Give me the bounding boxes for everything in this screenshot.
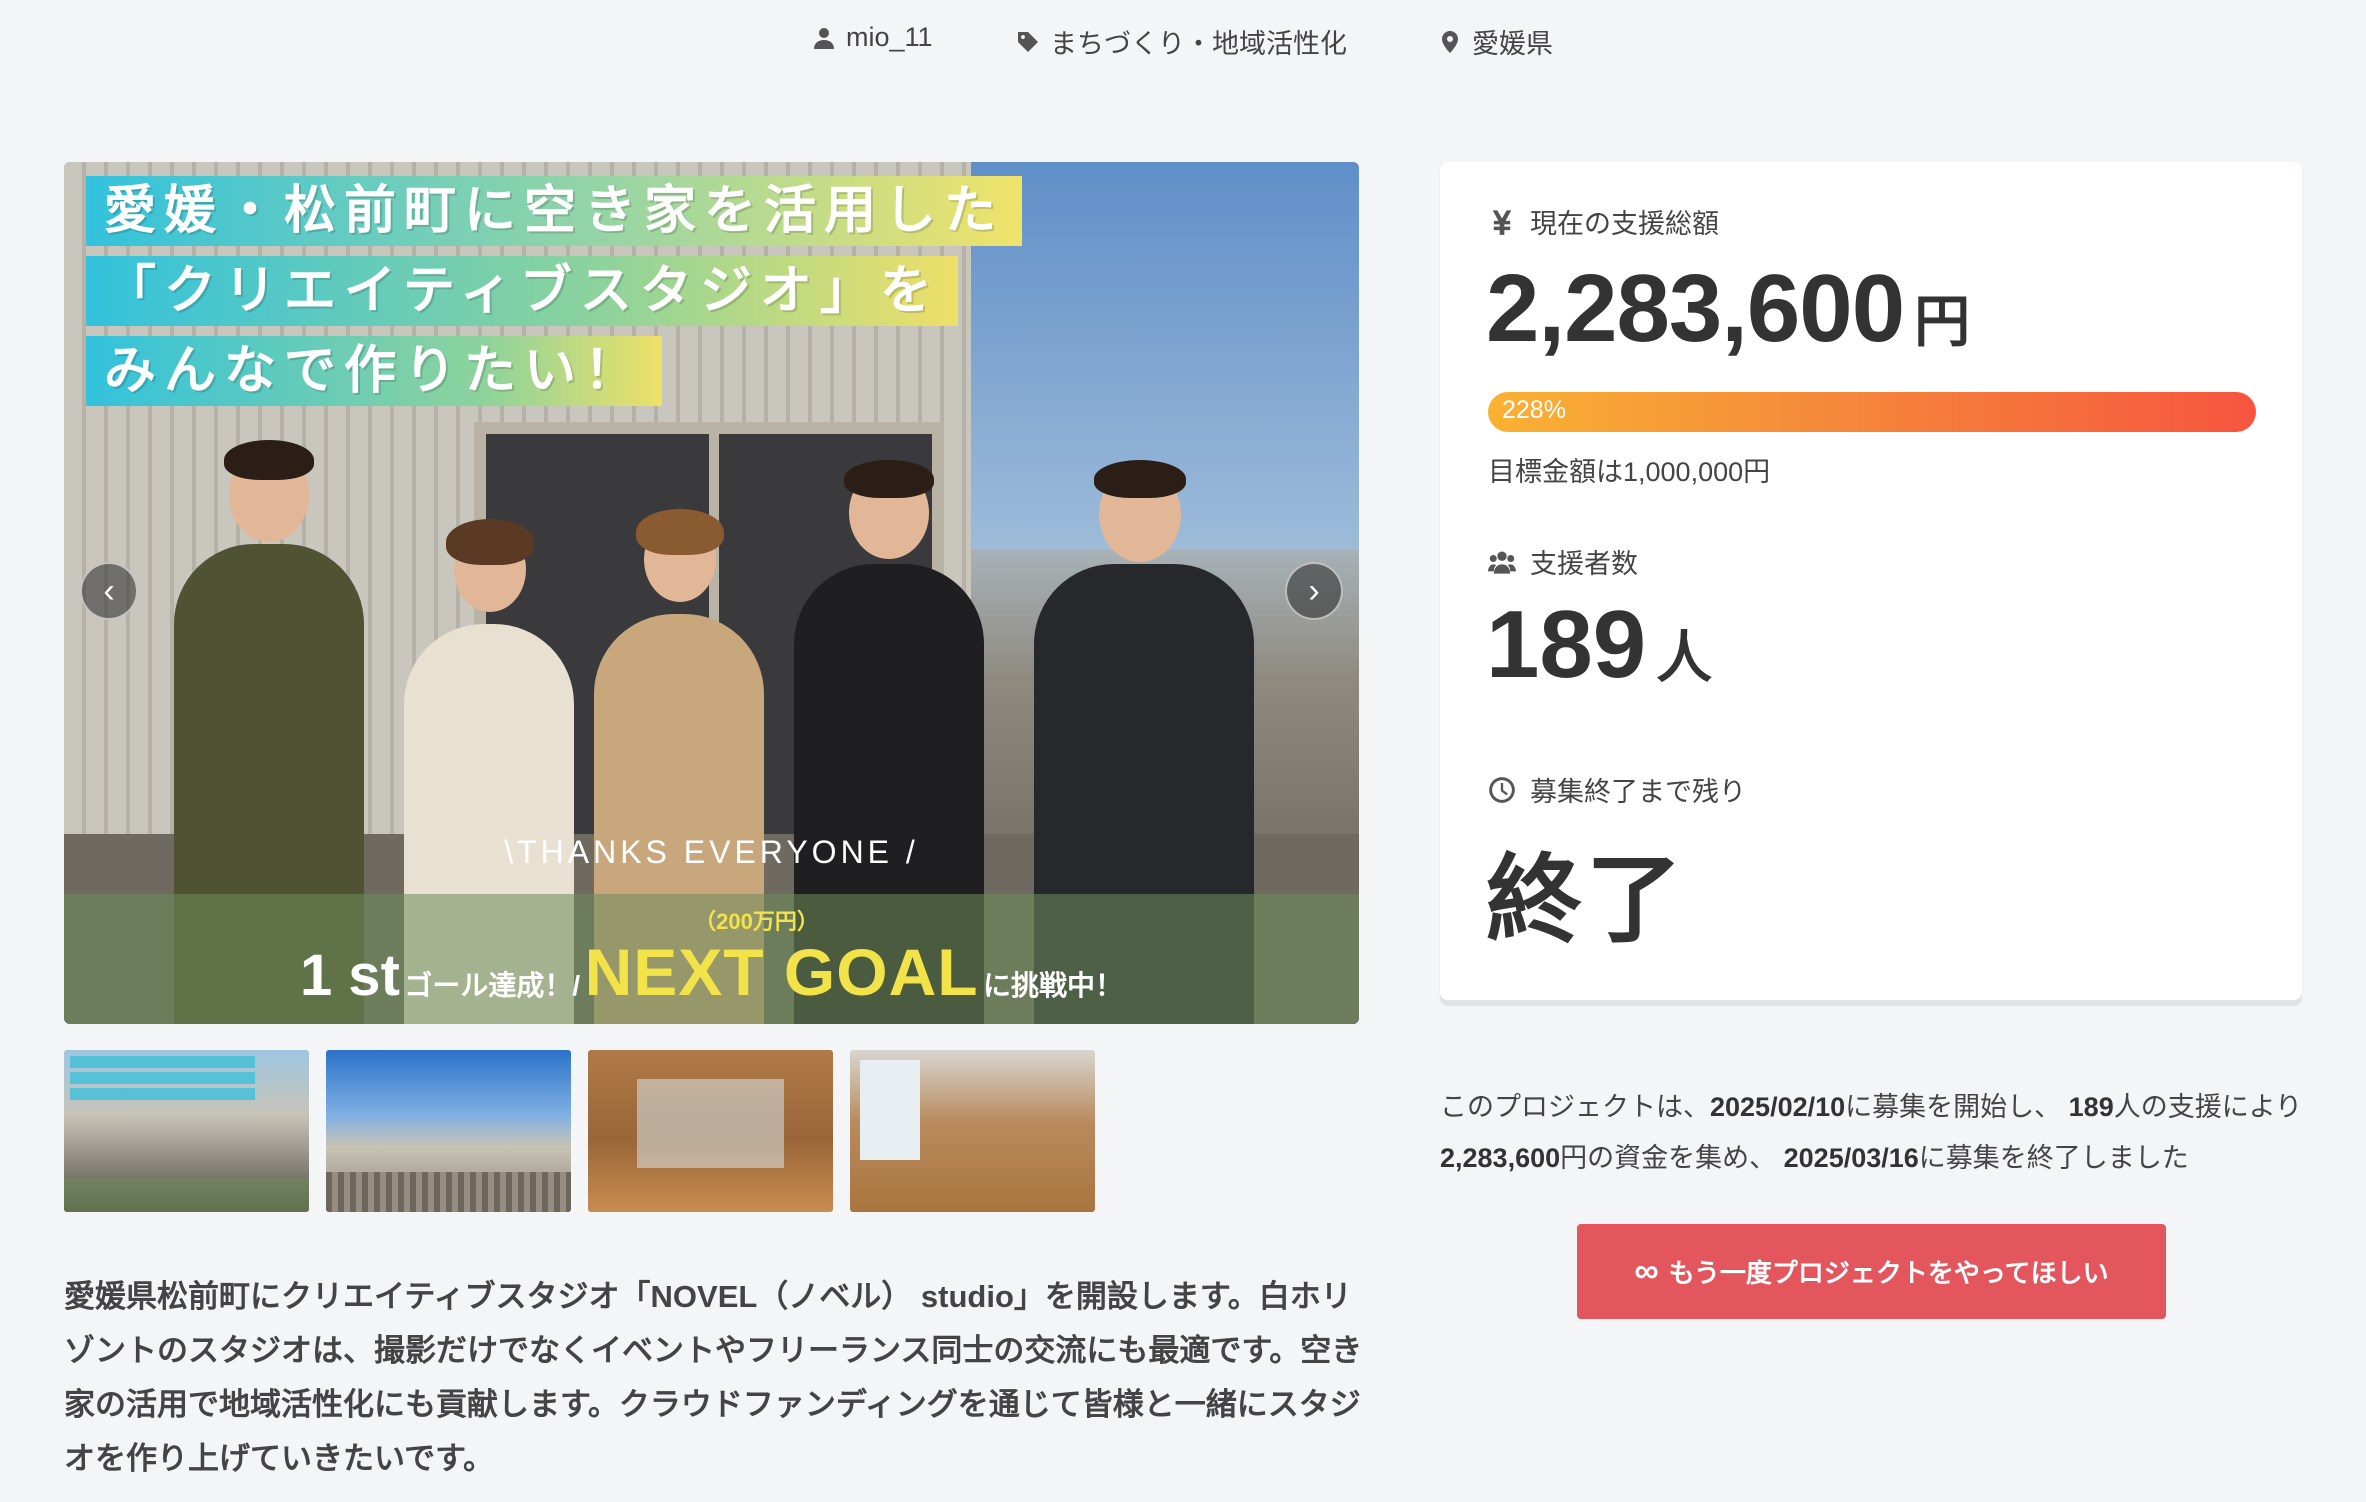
total-amount-unit: 円 xyxy=(1914,290,1970,353)
summary-part-2: に募集を開始し、 xyxy=(1845,1092,2069,1122)
summary-part-5: に募集を終了しました xyxy=(1918,1143,2189,1173)
summary-part-3: 人の支援により xyxy=(2113,1092,2303,1122)
user-icon xyxy=(814,27,834,49)
thumbnail-4[interactable] xyxy=(850,1050,1095,1212)
thumbnail-2[interactable] xyxy=(326,1050,571,1212)
total-label-text: 現在の支援総額 xyxy=(1530,209,1719,239)
summary-amount: 2,283,600 xyxy=(1440,1143,1561,1173)
backers-label-text: 支援者数 xyxy=(1530,549,1638,579)
remaining-label: 募集終了まで残り xyxy=(1488,770,1746,809)
hero-title-line-3: みんなで作りたい！ xyxy=(86,336,663,406)
hero-goal-line: 1 st ゴール達成！/ NEXT GOAL に挑戦中！ xyxy=(64,934,1359,1010)
hero-goal-first-suffix: ゴール達成！/ xyxy=(404,970,581,1001)
carousel-prev-button[interactable]: ‹ xyxy=(80,562,138,620)
summary-start-date: 2025/02/10 xyxy=(1710,1092,1846,1122)
chevron-right-icon: › xyxy=(1308,571,1320,610)
project-summary: このプロジェクトは、2025/02/10に募集を開始し、 189人の支援により … xyxy=(1440,1082,2320,1184)
chevron-left-icon: ‹ xyxy=(103,571,115,610)
total-label: 現在の支援総額 xyxy=(1488,202,1719,241)
meta-location-name: 愛媛県 xyxy=(1472,29,1553,59)
thumbnail-3[interactable] xyxy=(588,1050,833,1212)
person-1-hair xyxy=(224,440,314,480)
hero-thanks-text: \THANKS EVERYONE / xyxy=(504,834,919,870)
hero-image-carousel[interactable]: 愛媛・松前町に空き家を活用した 「クリエイティブスタジオ」を みんなで作りたい！… xyxy=(64,162,1359,1024)
meta-category[interactable]: まちづくり・地域活性化 xyxy=(1016,22,1347,61)
remaining-value: 終了 xyxy=(1486,847,1686,954)
users-icon xyxy=(1488,551,1516,574)
hero-goal-amount: （200万円） xyxy=(694,909,819,934)
person-3-hair xyxy=(636,509,724,555)
hero-title-line-1: 愛媛・松前町に空き家を活用した xyxy=(86,176,1023,246)
progress-percent: 228% xyxy=(1502,396,1566,424)
meta-user-name: mio_11 xyxy=(846,22,933,52)
hero-goal-next: NEXT GOAL xyxy=(584,935,979,1009)
funding-progress-bar: 228% xyxy=(1488,392,2256,432)
total-amount-value: 2,283,600 xyxy=(1486,255,1905,362)
project-description: 愛媛県松前町にクリエイティブスタジオ「NOVEL（ノベル） studio」を開設… xyxy=(64,1279,1363,1476)
summary-end-date: 2025/03/16 xyxy=(1783,1143,1919,1173)
remaining-label-text: 募集終了まで残り xyxy=(1530,777,1746,807)
backers-count-unit: 人 xyxy=(1656,626,1713,689)
backers-label: 支援者数 xyxy=(1488,542,1638,581)
meta-category-name: まちづくり・地域活性化 xyxy=(1050,29,1347,59)
meta-location[interactable]: 愛媛県 xyxy=(1438,22,1553,61)
tag-icon xyxy=(1018,31,1038,52)
person-4-hair xyxy=(844,460,934,498)
hero-goal-first: 1 st xyxy=(299,943,400,1008)
thumbnail-strip xyxy=(64,1050,1095,1212)
person-5-hair xyxy=(1094,460,1186,498)
carousel-next-button[interactable]: › xyxy=(1285,562,1343,620)
clock-icon xyxy=(1489,776,1515,803)
backers-count: 189 人 xyxy=(1486,590,1712,700)
total-amount: 2,283,600 円 xyxy=(1486,254,1970,364)
location-pin-icon xyxy=(1442,30,1458,53)
person-2-hair xyxy=(446,519,534,565)
hero-title-line-2: 「クリエイティブスタジオ」を xyxy=(86,256,958,326)
meta-user[interactable]: mio_11 xyxy=(812,22,933,53)
backers-count-value: 189 xyxy=(1486,591,1647,698)
hero-goal-next-suffix: に挑戦中！ xyxy=(983,970,1124,1001)
thumbnail-1[interactable] xyxy=(64,1050,309,1212)
infinity-icon: ∞ xyxy=(1634,1252,1659,1290)
summary-backers: 189 xyxy=(2068,1092,2114,1122)
funding-stats-card: 現在の支援総額 2,283,600 円 228% 目標金額は1,000,000円 … xyxy=(1440,162,2302,1000)
goal-amount-text: 目標金額は1,000,000円 xyxy=(1488,457,1771,487)
request-encore-button[interactable]: ∞ もう一度プロジェクトをやってほしい xyxy=(1577,1224,2166,1319)
summary-part-4: 円の資金を集め、 xyxy=(1560,1143,1784,1173)
request-encore-label: もう一度プロジェクトをやってほしい xyxy=(1668,1258,2109,1288)
summary-part-1: このプロジェクトは、 xyxy=(1440,1092,1710,1122)
yen-icon xyxy=(1492,209,1512,235)
project-meta-row: mio_11 まちづくり・地域活性化 愛媛県 xyxy=(0,22,2366,62)
